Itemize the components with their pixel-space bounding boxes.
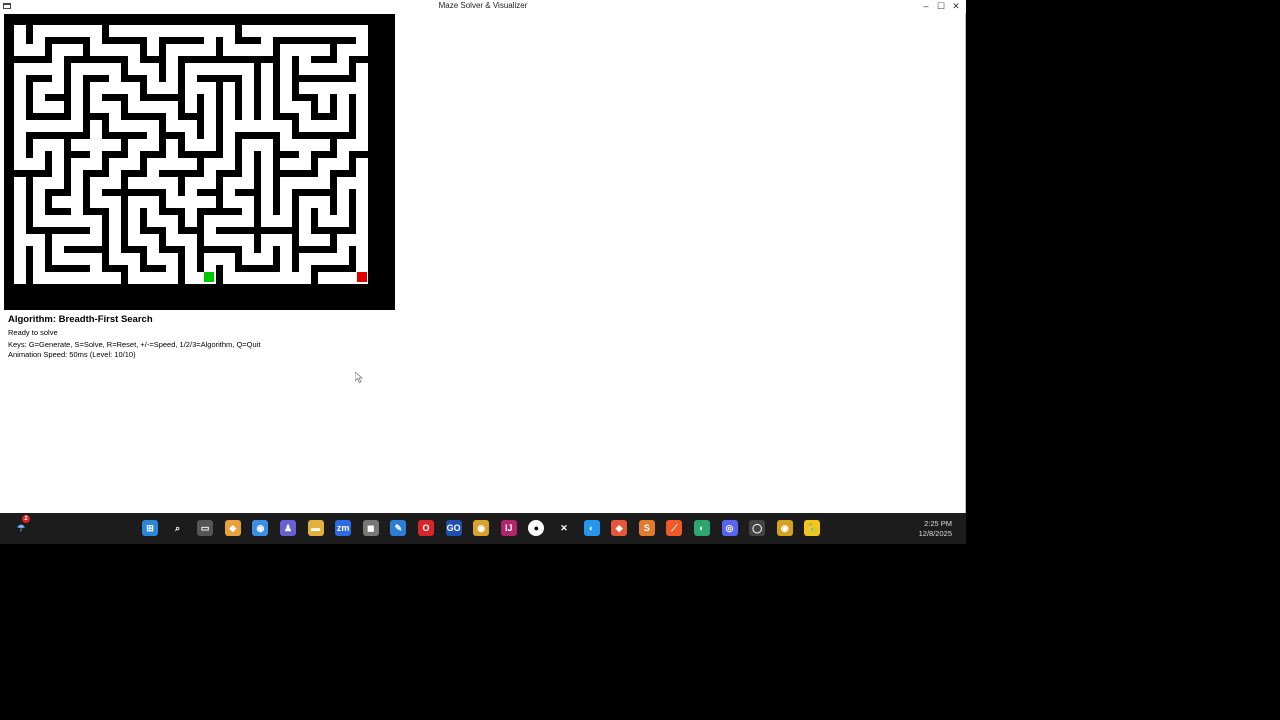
obs-icon[interactable]: ◯ <box>749 520 766 536</box>
maze-path-segment <box>185 82 197 113</box>
zoom-icon[interactable]: zm <box>335 520 352 536</box>
maze-path-segment <box>242 25 273 37</box>
maze-grid <box>14 25 368 284</box>
docker-icon[interactable]: ◐ <box>583 520 600 536</box>
maze-start-cell <box>204 272 214 282</box>
app-orange-icon[interactable]: ⟋ <box>666 520 683 536</box>
maximize-button[interactable]: ☐ <box>935 1 947 12</box>
start-icon[interactable]: ⊞ <box>142 520 158 536</box>
maze-path-segment <box>147 25 159 56</box>
discord-icon[interactable]: ◎ <box>721 520 738 536</box>
maze-path-segment <box>185 196 197 227</box>
maze-path-segment <box>223 82 235 113</box>
clock-time: 2:25 PM <box>924 519 952 528</box>
file-explorer-icon[interactable]: ▬ <box>307 520 324 536</box>
goland-icon[interactable]: GO <box>445 520 462 536</box>
python-icon[interactable]: 🐍 <box>804 520 821 536</box>
maze-path-segment <box>90 120 102 151</box>
maze-path-segment <box>52 44 83 56</box>
taskbar: ☂ 2 ⊞ ⌕ ▭ ◆ ◉ ♟ ▬ zm ◼ ✎ O GO ◉ IJ ● ✕ ◐ ◆ S ⟋ ◐ ◎ ◯ ◉ 🐍 2:25 PM… <box>0 513 966 544</box>
speed-label: Animation Speed: 50ms (Level: 10/10) <box>8 350 136 359</box>
keys-help-label: Keys: G=Generate, S=Solve, R=Reset, +/-=… <box>8 340 261 349</box>
camera-icon[interactable]: ◼ <box>362 520 379 536</box>
search-icon[interactable]: ⌕ <box>170 520 186 536</box>
maze-path-segment <box>166 158 197 170</box>
mouse-cursor-icon <box>355 372 363 383</box>
task-view-icon[interactable]: ▭ <box>197 520 214 536</box>
sublime-icon[interactable]: S <box>638 520 655 536</box>
minimize-button[interactable]: – <box>920 1 932 12</box>
chrome-canary-icon[interactable]: ◉ <box>473 520 490 536</box>
copilot-icon[interactable]: ◆ <box>224 520 241 536</box>
title-bar[interactable]: Maze Solver & Visualizer – ☐ ✕ <box>0 0 966 13</box>
maze-path-segment <box>52 196 83 208</box>
git-icon[interactable]: ◆ <box>611 520 628 536</box>
algorithm-label: Algorithm: Breadth-First Search <box>8 314 153 325</box>
clock-date: 12/8/2025 <box>918 529 952 538</box>
maze-path-segment <box>261 63 273 94</box>
weather-widget-icon[interactable]: ☂ 2 <box>13 515 30 536</box>
red-app-icon[interactable]: ✕ <box>556 520 572 536</box>
maze-path-segment <box>33 101 64 113</box>
system-clock[interactable]: 2:25 PM 12/8/2025 <box>919 519 952 539</box>
app-window: Maze Solver & Visualizer – ☐ ✕ Algorithm… <box>0 0 966 513</box>
maze-path-segment <box>14 177 26 208</box>
maze-path-segment <box>128 177 159 189</box>
status-label: Ready to solve <box>8 328 58 337</box>
maze-path-segment <box>318 82 330 113</box>
maze-path-segment <box>14 253 26 284</box>
maze-canvas <box>4 14 395 310</box>
close-button[interactable]: ✕ <box>950 1 962 12</box>
chrome-icon[interactable]: ◉ <box>252 520 269 536</box>
teams-icon[interactable]: ♟ <box>280 520 296 536</box>
openai-icon[interactable]: ● <box>528 520 545 536</box>
info-panel: Algorithm: Breadth-First Search Ready to… <box>8 312 260 359</box>
maze-path-segment <box>356 158 368 189</box>
maze-path-segment <box>299 44 330 56</box>
window-title: Maze Solver & Visualizer <box>438 1 528 10</box>
opera-icon[interactable]: O <box>418 520 434 536</box>
maze-path-segment <box>356 63 368 94</box>
maze-path-segment <box>318 272 349 284</box>
chrome-dev-icon[interactable]: ◉ <box>776 520 793 536</box>
intellij-icon[interactable]: IJ <box>500 520 517 536</box>
maze-end-cell <box>357 272 367 282</box>
maze-path-segment <box>280 158 311 170</box>
edge-dev-icon[interactable]: ◐ <box>694 520 710 536</box>
maze-path-segment <box>109 25 140 37</box>
maze-path-segment <box>299 234 330 246</box>
vscode-icon[interactable]: ✎ <box>390 520 407 536</box>
